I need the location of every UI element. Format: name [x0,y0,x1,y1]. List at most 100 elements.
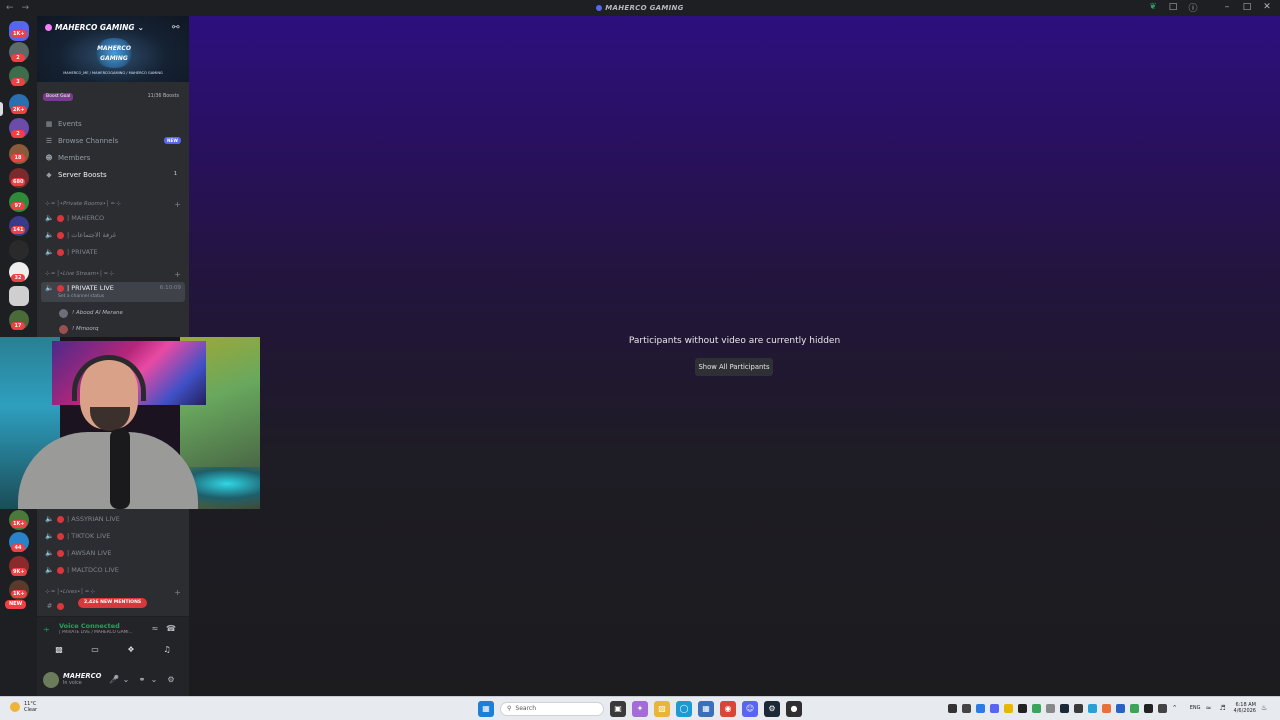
soundboard-icon[interactable]: ♫ [152,642,182,658]
calendar-icon: ▦ [45,120,53,128]
server-icon[interactable] [9,286,29,306]
new-mentions-pill[interactable]: 2,426 NEW MENTIONS [78,598,148,608]
members-item[interactable]: ☻ Members [45,151,185,165]
activities-icon[interactable]: ❖ [116,642,146,658]
nitro-leaf-icon[interactable]: ❦ [1148,2,1158,12]
tray-app-icon[interactable] [989,703,999,713]
task-view-icon[interactable]: ▣ [610,701,626,717]
channel-label: | AWSAN LIVE [67,549,112,557]
tray-app-icon[interactable] [1115,703,1125,713]
inbox-icon[interactable]: □ [1168,2,1178,12]
chrome-icon[interactable]: ◉ [720,701,736,717]
discord-icon[interactable]: ☺ [742,701,758,717]
tray-app-icon[interactable] [1157,703,1167,713]
show-all-participants-button[interactable]: Show All Participants [695,358,773,376]
clock[interactable]: 6:18 AM 4/6/2026 [1234,702,1256,714]
tray-app-icon[interactable] [1129,703,1139,713]
username[interactable]: MAHERCO [63,672,101,680]
new-servers-badge[interactable]: NEW [5,600,27,609]
server-badge: 18 [11,154,25,162]
server-badge: 680 [11,178,26,186]
browse-channels-item[interactable]: ☰ Browse Channels NEW [45,134,185,148]
tray-app-icon[interactable] [1059,703,1069,713]
server-name-header[interactable]: MAHERCO GAMING ⌄ [45,23,144,32]
server-icon[interactable] [9,240,29,260]
language-indicator[interactable]: ENG [1190,705,1201,711]
volume-icon[interactable]: ♬ [1220,704,1229,713]
voice-channel[interactable]: 🔈 | MALTDCO LIVE [45,563,185,577]
server-badge: 1K+ [11,30,27,38]
camera-off-icon[interactable]: ▩ [44,642,74,658]
voice-channel[interactable]: 🔈 | TIKTOK LIVE [45,529,185,543]
microphone-icon[interactable]: 🎤 [109,674,119,686]
chevron-down-icon[interactable]: ⌄ [149,674,159,686]
voice-user[interactable]: ! Mmoorq [59,323,99,335]
server-badge: 97 [11,202,25,210]
store-icon[interactable]: ▦ [698,701,714,717]
invite-people-icon[interactable]: ⚯ [172,23,182,33]
voice-user-name: ! Abood Al Merane [72,310,123,316]
tray-app-icon[interactable] [1073,703,1083,713]
active-voice-channel[interactable]: 🔈 | PRIVATE LIVE 6:10:09 Set a channel s… [41,282,185,302]
notification-bell-icon[interactable]: ♨ [1261,704,1270,713]
voice-user[interactable]: ! Abood Al Merane [59,307,123,319]
voice-channel[interactable]: 🔈 | PRIVATE [45,245,185,259]
noise-suppression-icon[interactable]: ≈ [149,623,161,635]
chevron-up-icon[interactable]: ⌃ [1172,704,1181,713]
taskbar-search[interactable]: ⚲ Search [500,702,604,716]
tray-app-icon[interactable] [1045,703,1055,713]
server-badge-icon [45,24,52,31]
boost-goal-bar[interactable]: Boost Goal 11/36 Boosts [37,90,189,104]
steam-icon[interactable]: ⚙ [764,701,780,717]
tray-app-icon[interactable] [1003,703,1013,713]
channel-label: | ASSYRIAN LIVE [67,515,120,523]
avatar[interactable] [43,672,59,688]
server-boosts-item[interactable]: ◆ Server Boosts 1 [45,168,185,182]
minimize-icon[interactable]: – [1222,2,1232,12]
wifi-icon[interactable]: ≈ [1206,704,1215,713]
voice-channel[interactable]: 🔈 | ASSYRIAN LIVE [45,512,185,526]
maximize-icon[interactable]: □ [1242,2,1252,12]
tray-app-icon[interactable] [1031,703,1041,713]
category-live-stream[interactable]: ⊹ ━ │•Live Stream•│ ━ ⊹ + [45,269,185,279]
new-badge: NEW [164,137,181,144]
close-icon[interactable]: ✕ [1262,2,1272,12]
obs-icon[interactable]: ● [786,701,802,717]
settings-gear-icon[interactable]: ⚙ [166,674,176,686]
voice-channel[interactable]: 🔈 | MAHERCO [45,211,185,225]
chevron-down-icon[interactable]: ⌄ [121,674,131,686]
tray-app-icon[interactable] [975,703,985,713]
weather-widget[interactable]: 11°C Clear [10,701,37,713]
events-item[interactable]: ▦ Events [45,117,185,131]
add-channel-icon[interactable]: + [174,200,181,209]
weather-text: 11°C Clear [24,701,37,713]
screen-share-icon[interactable]: ▭ [80,642,110,658]
windows-start-icon[interactable]: ▦ [478,701,494,717]
signal-icon[interactable]: ∻ [43,625,53,635]
category-lives[interactable]: ⊹ ━ │•Lives•│ ━ ⊹ + [45,587,185,597]
add-channel-icon[interactable]: + [174,588,181,597]
tray-app-icon[interactable] [961,703,971,713]
disconnect-icon[interactable]: ☎ [165,623,177,635]
tray-app-icon[interactable] [1087,703,1097,713]
copilot-icon[interactable]: ✦ [632,701,648,717]
channel-status[interactable]: Set a channel status [58,294,104,299]
tray-app-icon[interactable] [1017,703,1027,713]
tray-app-icon[interactable] [947,703,957,713]
category-private-rooms[interactable]: ⊹ ━ │•Private Rooms•│ ━ ⊹ + [45,199,185,209]
voice-channel[interactable]: 🔈 | غرفة الاجتماعات [45,228,185,242]
channel-label: | MALTDCO LIVE [67,566,119,574]
file-explorer-icon[interactable]: ▧ [654,701,670,717]
red-dot-icon [57,515,64,523]
tray-app-icon[interactable] [1143,703,1153,713]
tray-app-icon[interactable] [1101,703,1111,713]
add-channel-icon[interactable]: + [174,270,181,279]
red-dot-icon [57,549,64,557]
headphones-icon[interactable]: ⚭ [137,674,147,686]
voice-status[interactable]: Voice Connected [59,622,120,630]
help-icon[interactable]: ⓘ [1188,2,1198,14]
voice-channel[interactable]: 🔈 | AWSAN LIVE [45,546,185,560]
edge-icon[interactable]: ◯ [676,701,692,717]
voice-actions: ▩ ▭ ❖ ♫ [41,641,185,659]
titlebar-controls: ❦ □ ⓘ – □ ✕ [1148,2,1272,14]
